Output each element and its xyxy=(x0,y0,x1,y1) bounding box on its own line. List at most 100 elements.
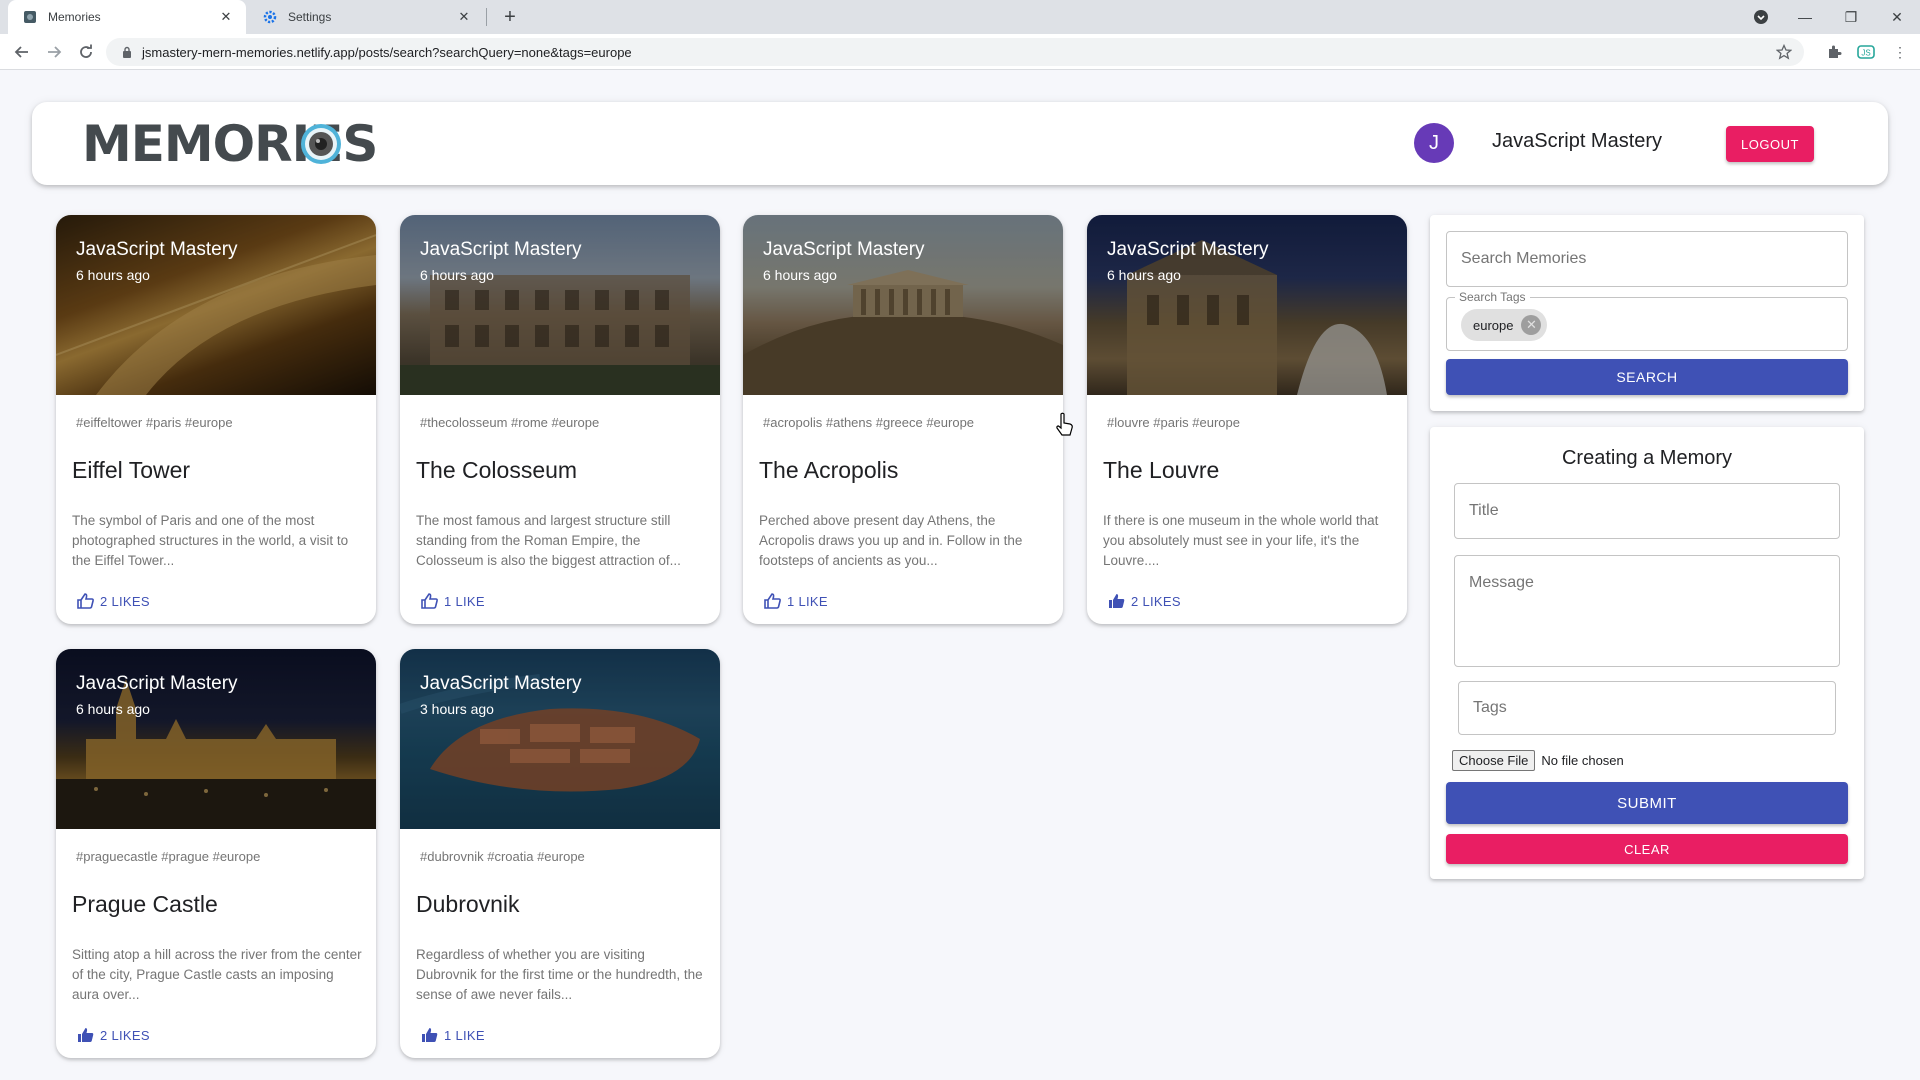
search-memories-placeholder: Search Memories xyxy=(1461,250,1587,267)
like-button[interactable]: 1 LIKE xyxy=(420,1025,485,1045)
post-author: JavaScript Mastery xyxy=(1107,239,1269,260)
clear-button[interactable]: CLEAR xyxy=(1446,834,1848,864)
close-tab-icon[interactable]: ✕ xyxy=(216,7,236,27)
like-button[interactable]: 1 LIKE xyxy=(763,591,828,611)
post-message: If there is one museum in the whole worl… xyxy=(1103,513,1379,568)
post-tags: #praguecastle #prague #europe xyxy=(76,849,261,864)
tags-input[interactable]: Tags xyxy=(1458,681,1836,735)
post-message: The symbol of Paris and one of the most … xyxy=(72,513,349,568)
user-name: JavaScript Mastery xyxy=(1492,130,1663,152)
thumb-up-outline-icon xyxy=(420,591,440,611)
post-card[interactable]: JavaScript Mastery 6 hours ago #thecolos… xyxy=(400,215,720,624)
choose-file-button[interactable]: Choose File xyxy=(1452,750,1536,771)
tab-divider xyxy=(486,8,487,26)
title-input[interactable]: Title xyxy=(1454,483,1840,539)
post-author: JavaScript Mastery xyxy=(76,673,238,694)
address-bar: jsmastery-mern-memories.netlify.app/post… xyxy=(0,34,1920,70)
tags-placeholder: Tags xyxy=(1473,699,1507,716)
post-tags: #acropolis #athens #greece #europe xyxy=(763,415,975,430)
url-text: jsmastery-mern-memories.netlify.app/post… xyxy=(142,44,632,60)
post-author: JavaScript Mastery xyxy=(420,673,582,694)
search-memories-input[interactable]: Search Memories xyxy=(1446,231,1848,287)
search-tags-input[interactable]: Search Tags europe ✕ xyxy=(1446,290,1848,351)
browser-tab-bar: Memories ✕ Settings ✕ + — ❐ ✕ xyxy=(0,0,1920,34)
post-title: The Colosseum xyxy=(416,457,578,483)
tag-chip: europe ✕ xyxy=(1461,309,1548,341)
post-author: JavaScript Mastery xyxy=(420,239,582,260)
forward-icon[interactable] xyxy=(42,40,66,64)
search-tags-label: Search Tags xyxy=(1455,290,1530,304)
thumb-up-filled-icon xyxy=(420,1025,440,1045)
message-textarea[interactable]: Message xyxy=(1454,555,1840,667)
message-placeholder: Message xyxy=(1469,574,1534,591)
post-message: The most famous and largest structure st… xyxy=(416,513,681,568)
hand-pointer-cursor-icon xyxy=(1055,412,1075,438)
post-card[interactable]: JavaScript Mastery 3 hours ago #dubrovni… xyxy=(400,649,720,1058)
post-message: Perched above present day Athens, the Ac… xyxy=(759,513,1023,568)
form-title: Creating a Memory xyxy=(1561,447,1733,469)
post-tags: #thecolosseum #rome #europe xyxy=(420,415,600,430)
memories-favicon-icon xyxy=(22,9,38,25)
like-count: 1 LIKE xyxy=(444,593,485,609)
post-title: Dubrovnik xyxy=(416,891,520,917)
like-count: 2 LIKES xyxy=(1131,593,1181,609)
post-time: 3 hours ago xyxy=(420,701,494,717)
url-field[interactable]: jsmastery-mern-memories.netlify.app/post… xyxy=(106,38,1804,66)
post-message: Regardless of whether you are visiting D… xyxy=(416,947,703,1002)
post-tags: #louvre #paris #europe xyxy=(1107,415,1240,430)
post-tags: #eiffeltower #paris #europe xyxy=(76,415,233,430)
post-time: 6 hours ago xyxy=(76,267,150,283)
post-title: Eiffel Tower xyxy=(72,457,191,483)
tab-settings[interactable]: Settings ✕ xyxy=(248,0,484,34)
post-author: JavaScript Mastery xyxy=(76,239,238,260)
post-time: 6 hours ago xyxy=(76,701,150,717)
post-author: JavaScript Mastery xyxy=(763,239,925,260)
restore-icon[interactable]: ❐ xyxy=(1828,0,1874,34)
submit-button[interactable]: SUBMIT xyxy=(1446,782,1848,824)
post-tags: #dubrovnik #croatia #europe xyxy=(420,849,585,864)
close-window-icon[interactable]: ✕ xyxy=(1874,0,1920,34)
app-bar: MEMORIES J JavaScript Mastery LOGOUT xyxy=(32,102,1888,185)
avatar[interactable]: J xyxy=(1414,123,1454,163)
post-card[interactable]: JavaScript Mastery 6 hours ago #acropoli… xyxy=(743,215,1063,624)
like-button[interactable]: 1 LIKE xyxy=(420,591,485,611)
search-button[interactable]: SEARCH xyxy=(1446,359,1848,395)
svg-text:JS: JS xyxy=(1861,49,1870,58)
thumb-up-filled-icon xyxy=(76,1025,96,1045)
logout-button[interactable]: LOGOUT xyxy=(1726,126,1814,162)
close-tab-icon[interactable]: ✕ xyxy=(454,7,474,27)
post-card[interactable]: JavaScript Mastery 6 hours ago #pragueca… xyxy=(56,649,376,1058)
profile-menu-icon[interactable] xyxy=(1738,0,1784,34)
new-tab-button[interactable]: + xyxy=(498,5,522,29)
kebab-menu-icon[interactable]: ⋮ xyxy=(1888,40,1912,64)
bookmark-star-icon[interactable] xyxy=(1775,43,1793,60)
post-time: 6 hours ago xyxy=(1107,267,1181,283)
minimize-icon[interactable]: — xyxy=(1782,0,1828,34)
search-panel: Search Memories Search Tags europe ✕ SEA… xyxy=(1430,215,1864,411)
back-icon[interactable] xyxy=(10,40,34,64)
title-placeholder: Title xyxy=(1469,502,1499,519)
thumb-up-outline-icon xyxy=(763,591,783,611)
thumb-up-outline-icon xyxy=(76,591,96,611)
tab-title: Settings xyxy=(288,10,332,24)
like-button[interactable]: 2 LIKES xyxy=(76,1025,150,1045)
post-title: The Louvre xyxy=(1103,457,1220,483)
post-card[interactable]: JavaScript Mastery 6 hours ago #louvre #… xyxy=(1087,215,1407,624)
like-count: 1 LIKE xyxy=(787,593,828,609)
like-button[interactable]: 2 LIKES xyxy=(1107,591,1181,611)
tab-title: Memories xyxy=(48,10,101,24)
create-memory-form: Creating a Memory Title Message Tags Cho… xyxy=(1430,427,1864,879)
extensions-icon[interactable] xyxy=(1822,40,1846,64)
like-count: 2 LIKES xyxy=(100,1027,150,1043)
post-time: 6 hours ago xyxy=(763,267,837,283)
like-button[interactable]: 2 LIKES xyxy=(76,591,150,611)
like-count: 2 LIKES xyxy=(100,593,150,609)
post-message: Sitting atop a hill across the river fro… xyxy=(72,947,362,1002)
reload-icon[interactable] xyxy=(74,40,98,64)
remove-chip-icon[interactable]: ✕ xyxy=(1521,315,1542,335)
tab-memories[interactable]: Memories ✕ xyxy=(8,0,246,34)
post-title: Prague Castle xyxy=(72,891,218,917)
post-card[interactable]: JavaScript Mastery 6 hours ago #eiffelto… xyxy=(56,215,376,624)
file-status: No file chosen xyxy=(1541,753,1624,768)
extension-badge-icon[interactable]: JS xyxy=(1854,40,1878,64)
